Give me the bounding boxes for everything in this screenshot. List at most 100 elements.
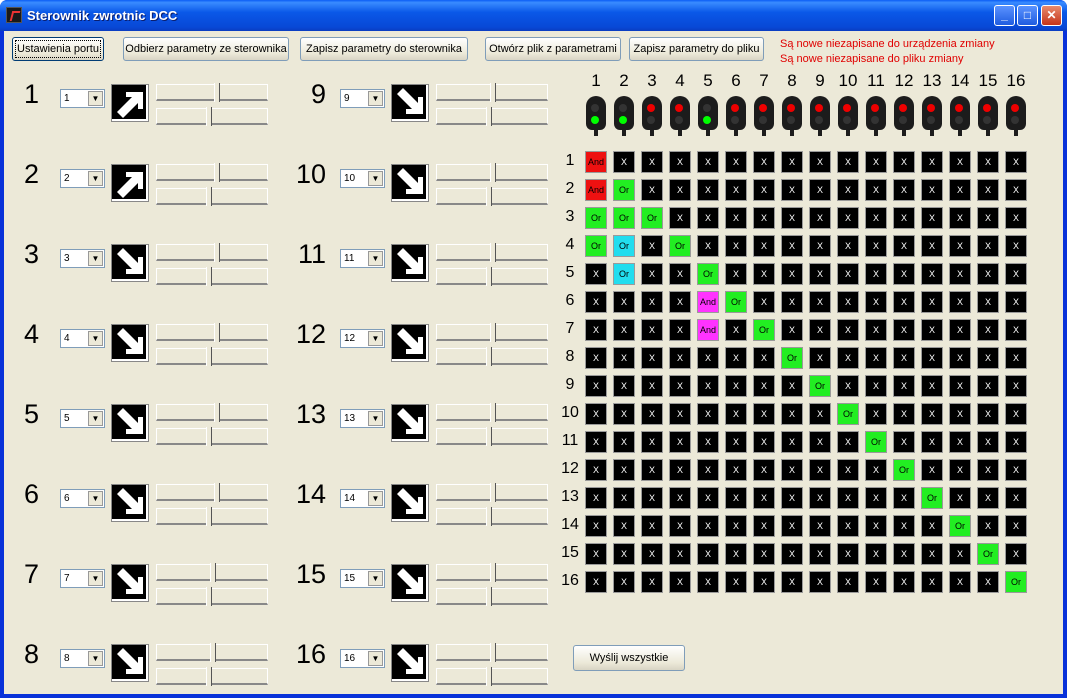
save-file-button[interactable]: Zapisz parametry do pliku: [629, 37, 764, 61]
position-slider-1[interactable]: [436, 243, 548, 263]
matrix-cell[interactable]: X: [1005, 459, 1027, 481]
matrix-cell[interactable]: X: [921, 459, 943, 481]
matrix-cell[interactable]: Or: [613, 179, 635, 201]
matrix-cell[interactable]: X: [809, 403, 831, 425]
position-slider-1[interactable]: [156, 643, 268, 663]
matrix-cell[interactable]: X: [585, 403, 607, 425]
matrix-cell[interactable]: X: [697, 207, 719, 229]
matrix-cell[interactable]: X: [725, 179, 747, 201]
matrix-cell[interactable]: X: [977, 403, 999, 425]
matrix-cell[interactable]: X: [837, 347, 859, 369]
matrix-cell[interactable]: X: [837, 515, 859, 537]
position-slider-2[interactable]: [156, 427, 268, 447]
chevron-down-icon[interactable]: ▼: [88, 91, 103, 106]
matrix-cell[interactable]: X: [809, 515, 831, 537]
position-slider-2[interactable]: [436, 587, 548, 607]
position-slider-2[interactable]: [436, 107, 548, 127]
slider-thumb[interactable]: [206, 587, 212, 606]
position-slider-1[interactable]: [436, 563, 548, 583]
chevron-down-icon[interactable]: ▼: [368, 571, 383, 586]
matrix-cell[interactable]: X: [613, 431, 635, 453]
matrix-cell[interactable]: X: [949, 487, 971, 509]
matrix-cell[interactable]: X: [781, 291, 803, 313]
matrix-cell[interactable]: X: [725, 431, 747, 453]
slider-thumb[interactable]: [490, 323, 496, 342]
matrix-cell[interactable]: X: [893, 347, 915, 369]
matrix-cell[interactable]: X: [641, 431, 663, 453]
matrix-cell[interactable]: Or: [669, 235, 691, 257]
matrix-cell[interactable]: X: [893, 543, 915, 565]
matrix-cell[interactable]: X: [725, 543, 747, 565]
matrix-cell[interactable]: X: [585, 543, 607, 565]
matrix-cell[interactable]: X: [1005, 263, 1027, 285]
matrix-cell[interactable]: X: [613, 291, 635, 313]
matrix-cell[interactable]: X: [781, 235, 803, 257]
position-slider-2[interactable]: [436, 427, 548, 447]
slider-thumb[interactable]: [210, 563, 216, 582]
matrix-cell[interactable]: X: [669, 347, 691, 369]
matrix-cell[interactable]: X: [809, 319, 831, 341]
matrix-cell[interactable]: X: [865, 515, 887, 537]
position-slider-1[interactable]: [436, 163, 548, 183]
matrix-cell[interactable]: X: [921, 403, 943, 425]
position-slider-1[interactable]: [156, 403, 268, 423]
matrix-cell[interactable]: X: [893, 235, 915, 257]
matrix-cell[interactable]: X: [613, 319, 635, 341]
address-select[interactable]: 4 ▼: [60, 329, 105, 348]
turnout-toggle-button[interactable]: [391, 324, 429, 362]
matrix-cell[interactable]: X: [977, 431, 999, 453]
turnout-toggle-button[interactable]: [391, 404, 429, 442]
matrix-cell[interactable]: X: [585, 263, 607, 285]
maximize-button[interactable]: □: [1017, 5, 1038, 26]
matrix-cell[interactable]: X: [893, 291, 915, 313]
matrix-cell[interactable]: Or: [837, 403, 859, 425]
slider-thumb[interactable]: [486, 507, 492, 526]
matrix-cell[interactable]: X: [809, 487, 831, 509]
matrix-cell[interactable]: Or: [893, 459, 915, 481]
matrix-cell[interactable]: X: [921, 235, 943, 257]
matrix-cell[interactable]: X: [613, 515, 635, 537]
matrix-cell[interactable]: X: [809, 151, 831, 173]
matrix-cell[interactable]: X: [641, 543, 663, 565]
slider-thumb[interactable]: [206, 427, 212, 446]
slider-thumb[interactable]: [206, 347, 212, 366]
matrix-cell[interactable]: X: [669, 543, 691, 565]
chevron-down-icon[interactable]: ▼: [88, 411, 103, 426]
matrix-cell[interactable]: X: [585, 431, 607, 453]
matrix-cell[interactable]: X: [865, 375, 887, 397]
position-slider-2[interactable]: [156, 587, 268, 607]
matrix-cell[interactable]: X: [613, 375, 635, 397]
address-select[interactable]: 14 ▼: [340, 489, 385, 508]
position-slider-2[interactable]: [156, 267, 268, 287]
matrix-cell[interactable]: X: [809, 179, 831, 201]
turnout-toggle-button[interactable]: [391, 644, 429, 682]
matrix-cell[interactable]: X: [669, 291, 691, 313]
matrix-cell[interactable]: X: [837, 319, 859, 341]
slider-thumb[interactable]: [206, 267, 212, 286]
matrix-cell[interactable]: X: [781, 487, 803, 509]
matrix-cell[interactable]: X: [809, 207, 831, 229]
matrix-cell[interactable]: X: [865, 487, 887, 509]
matrix-cell[interactable]: X: [669, 319, 691, 341]
matrix-cell[interactable]: X: [725, 403, 747, 425]
position-slider-2[interactable]: [436, 347, 548, 367]
matrix-cell[interactable]: X: [697, 515, 719, 537]
matrix-cell[interactable]: X: [977, 515, 999, 537]
matrix-cell[interactable]: X: [725, 263, 747, 285]
matrix-cell[interactable]: X: [865, 571, 887, 593]
matrix-cell[interactable]: X: [753, 235, 775, 257]
slider-thumb[interactable]: [486, 667, 492, 686]
matrix-cell[interactable]: X: [949, 151, 971, 173]
matrix-cell[interactable]: Or: [641, 207, 663, 229]
matrix-cell[interactable]: And: [585, 151, 607, 173]
matrix-cell[interactable]: X: [697, 179, 719, 201]
matrix-cell[interactable]: X: [669, 515, 691, 537]
turnout-toggle-button[interactable]: [391, 244, 429, 282]
matrix-cell[interactable]: X: [669, 375, 691, 397]
matrix-cell[interactable]: X: [669, 207, 691, 229]
matrix-cell[interactable]: X: [641, 235, 663, 257]
matrix-cell[interactable]: X: [921, 319, 943, 341]
matrix-cell[interactable]: X: [697, 403, 719, 425]
slider-thumb[interactable]: [210, 643, 216, 662]
slider-thumb[interactable]: [490, 643, 496, 662]
